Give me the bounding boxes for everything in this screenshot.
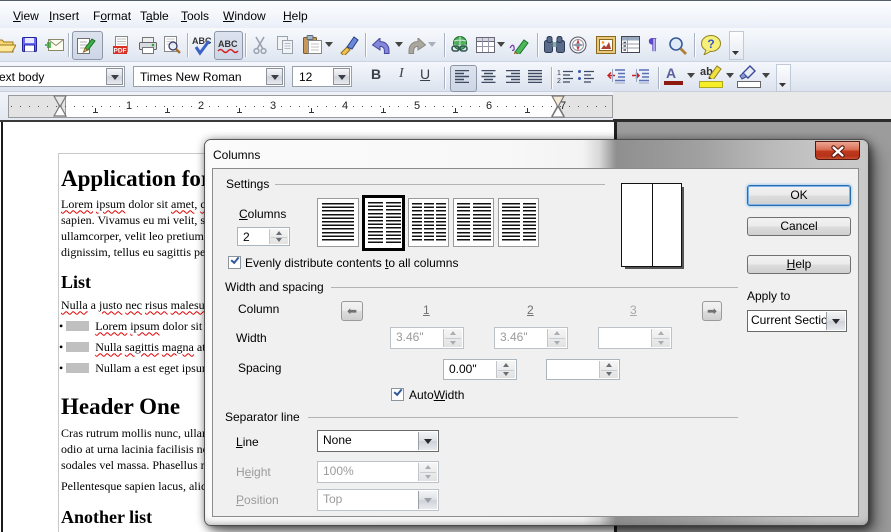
svg-text:ABC: ABC (218, 39, 238, 49)
svg-text:1: 1 (557, 70, 561, 77)
svg-text:?: ? (707, 37, 714, 51)
svg-text:PDF: PDF (114, 48, 127, 55)
svg-text:2: 2 (557, 78, 561, 84)
